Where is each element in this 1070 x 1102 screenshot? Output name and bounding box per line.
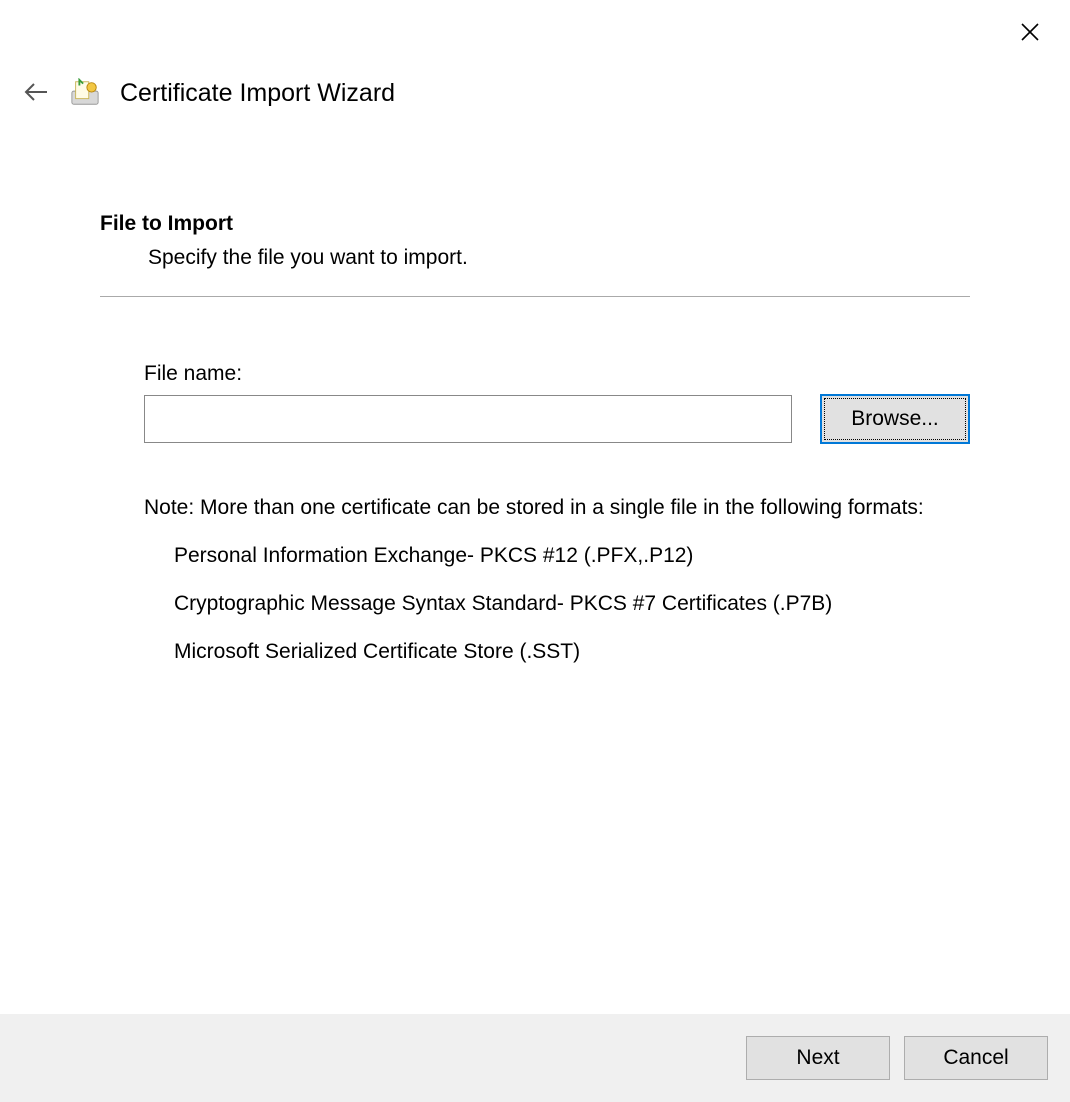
browse-button[interactable]: Browse... xyxy=(820,394,970,444)
divider xyxy=(100,296,970,297)
format-item: Microsoft Serialized Certificate Store (… xyxy=(174,640,970,664)
wizard-header: Certificate Import Wizard xyxy=(22,78,395,108)
format-item: Cryptographic Message Syntax Standard- P… xyxy=(174,592,970,616)
wizard-content: File to Import Specify the file you want… xyxy=(100,212,970,688)
format-item: Personal Information Exchange- PKCS #12 … xyxy=(174,544,970,568)
page-heading: File to Import xyxy=(100,212,970,236)
format-list: Personal Information Exchange- PKCS #12 … xyxy=(174,544,970,664)
certificate-wizard-icon xyxy=(70,78,100,108)
close-icon xyxy=(1020,22,1040,42)
next-button[interactable]: Next xyxy=(746,1036,890,1080)
cancel-button[interactable]: Cancel xyxy=(904,1036,1048,1080)
page-subheading: Specify the file you want to import. xyxy=(148,246,970,270)
wizard-title: Certificate Import Wizard xyxy=(120,79,395,108)
wizard-footer: Next Cancel xyxy=(0,1014,1070,1102)
note-text: Note: More than one certificate can be s… xyxy=(144,496,970,520)
file-name-input[interactable] xyxy=(144,395,792,443)
back-button[interactable] xyxy=(22,79,50,107)
file-name-label: File name: xyxy=(144,362,970,386)
back-arrow-icon xyxy=(23,82,49,102)
close-button[interactable] xyxy=(1020,18,1048,46)
